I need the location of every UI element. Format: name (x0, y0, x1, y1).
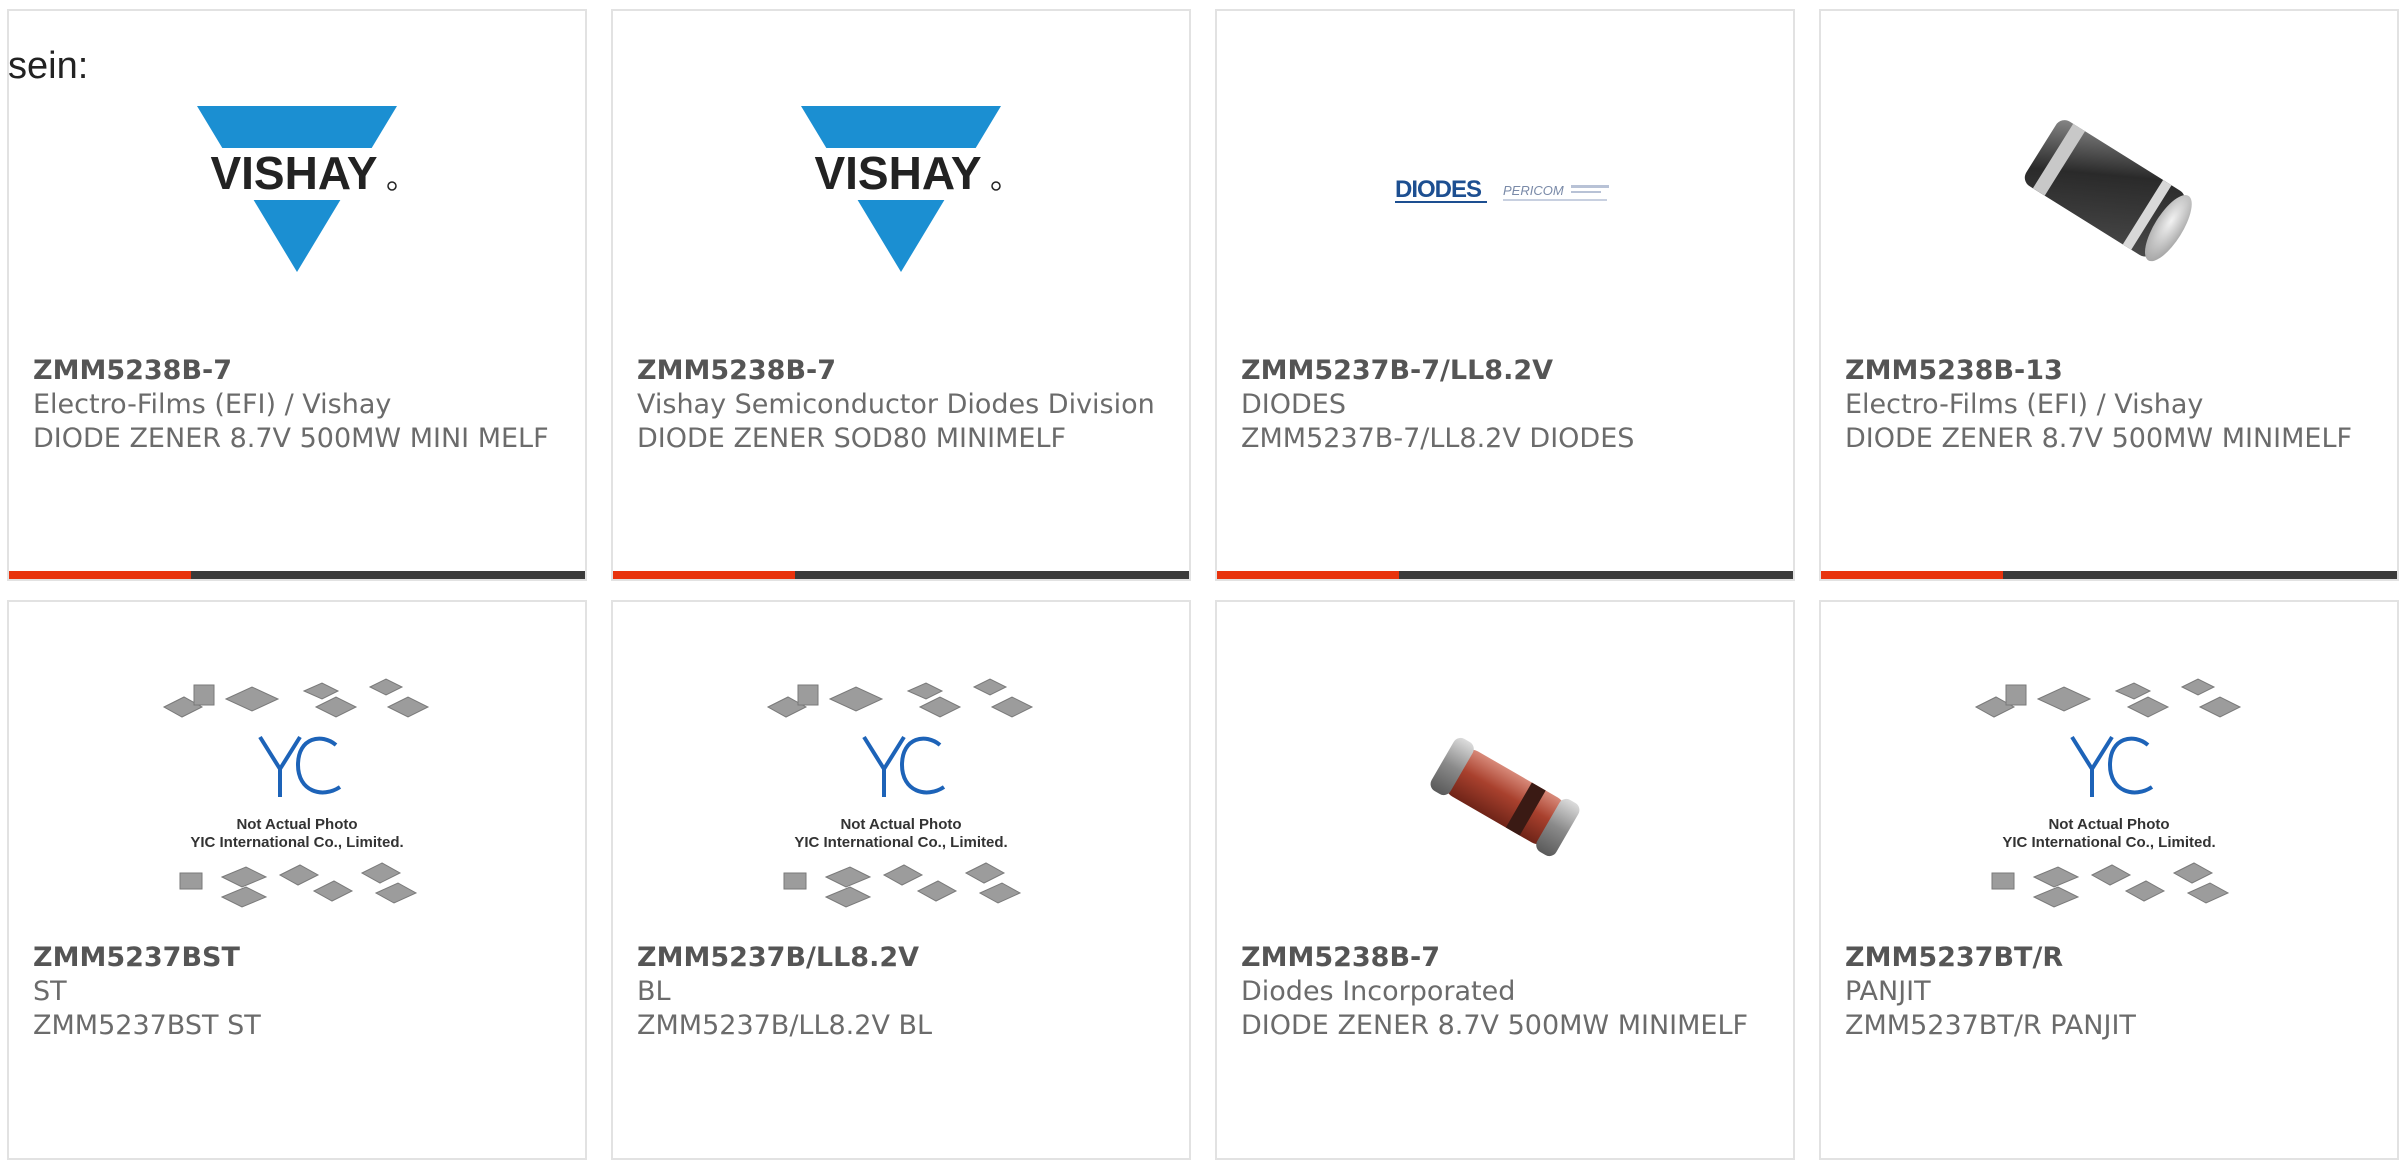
product-card[interactable]: ZMM5238B-13 Electro-Films (EFI) / Vishay… (1819, 9, 2399, 581)
product-card[interactable]: Not Actual Photo YIC International Co., … (7, 600, 587, 1160)
product-card[interactable]: Not Actual Photo YIC International Co., … (1819, 600, 2399, 1160)
product-card[interactable]: Not Actual Photo YIC International Co., … (611, 600, 1191, 1160)
product-card[interactable]: ZMM5238B-7 Diodes Incorporated DIODE ZEN… (1215, 600, 1795, 1160)
svg-text:VISHAY: VISHAY (210, 147, 377, 199)
manufacturer: ST (33, 976, 67, 1007)
card-accent-bar (9, 571, 585, 579)
svg-text:DIODES: DIODES (1395, 176, 1482, 203)
description: ZMM5237BST ST (33, 1010, 261, 1041)
part-number[interactable]: ZMM5238B-13 (1845, 354, 2373, 388)
minimelf-component-image (1821, 81, 2397, 301)
yic-placeholder-image: Not Actual Photo YIC International Co., … (9, 662, 585, 932)
card-accent-bar (1821, 571, 2397, 579)
diodes-pericom-logo-image: DIODES PERICOM (1217, 81, 1793, 301)
manufacturer: Diodes Incorporated (1241, 976, 1516, 1007)
part-number[interactable]: ZMM5237BST (33, 941, 561, 975)
product-card[interactable]: DIODES PERICOM ZMM5237B-7/LL8.2V DIODES … (1215, 9, 1795, 581)
card-accent-bar (613, 571, 1189, 579)
description: ZMM5237B-7/LL8.2V DIODES (1241, 423, 1635, 454)
yic-placeholder-image: Not Actual Photo YIC International Co., … (1821, 662, 2397, 932)
vishay-logo-image: VISHAY (9, 81, 585, 301)
part-number[interactable]: ZMM5238B-7 (1241, 941, 1769, 975)
vishay-logo-image: VISHAY (613, 81, 1189, 301)
intro-text: sein: (8, 45, 89, 87)
description: DIODE ZENER 8.7V 500MW MINIMELF (1845, 423, 2353, 454)
part-number[interactable]: ZMM5237B/LL8.2V (637, 941, 1165, 975)
svg-text:Not Actual Photo: Not Actual Photo (840, 816, 961, 833)
product-card[interactable]: VISHAY ZMM5238B-7 Vishay Semiconductor D… (611, 9, 1191, 581)
product-card[interactable]: VISHAY ZMM5238B-7 Electro-Films (EFI) / … (7, 9, 587, 581)
manufacturer: Electro-Films (EFI) / Vishay (1845, 389, 2204, 420)
description: ZMM5237BT/R PANJIT (1845, 1010, 2136, 1041)
card-accent-bar (1217, 571, 1793, 579)
svg-text:YIC International Co., Limited: YIC International Co., Limited. (190, 834, 403, 851)
manufacturer: PANJIT (1845, 976, 1931, 1007)
description: ZMM5237B/LL8.2V BL (637, 1010, 933, 1041)
svg-text:VISHAY: VISHAY (814, 147, 981, 199)
svg-text:YIC International Co., Limited: YIC International Co., Limited. (2002, 834, 2215, 851)
manufacturer: DIODES (1241, 389, 1346, 420)
description: DIODE ZENER 8.7V 500MW MINIMELF (1241, 1010, 1749, 1041)
svg-text:Not Actual Photo: Not Actual Photo (2048, 816, 2169, 833)
description: DIODE ZENER 8.7V 500MW MINI MELF (33, 423, 549, 454)
svg-text:YIC International Co., Limited: YIC International Co., Limited. (794, 834, 1007, 851)
manufacturer: Electro-Films (EFI) / Vishay (33, 389, 392, 420)
manufacturer: BL (637, 976, 671, 1007)
yic-placeholder-image: Not Actual Photo YIC International Co., … (613, 662, 1189, 932)
part-number[interactable]: ZMM5237BT/R (1845, 941, 2373, 975)
part-number[interactable]: ZMM5237B-7/LL8.2V (1241, 354, 1769, 388)
svg-text:PERICOM: PERICOM (1503, 183, 1564, 198)
description: DIODE ZENER SOD80 MINIMELF (637, 423, 1067, 454)
red-diode-component-image (1217, 662, 1793, 932)
manufacturer: Vishay Semiconductor Diodes Division (637, 389, 1155, 420)
part-number[interactable]: ZMM5238B-7 (637, 354, 1165, 388)
part-number[interactable]: ZMM5238B-7 (33, 354, 561, 388)
svg-text:Not Actual Photo: Not Actual Photo (236, 816, 357, 833)
